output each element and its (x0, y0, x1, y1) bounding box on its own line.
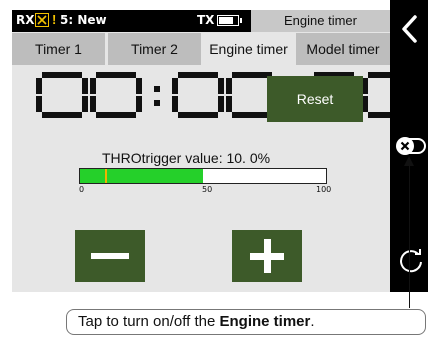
segment-d (232, 112, 272, 118)
tx-label: TX (197, 13, 215, 27)
toggle-off-icon[interactable] (395, 136, 427, 156)
status-bar: RX ! 5: New TX Engine timer (12, 10, 390, 32)
refresh-icon[interactable] (395, 245, 427, 277)
scale-tick-100: 100 (316, 185, 332, 194)
colon-dot (154, 86, 160, 92)
segment-f (172, 78, 178, 94)
callout-text-start: Tap to turn on/off the (78, 313, 220, 330)
device-screen: RX ! 5: New TX Engine timer Timer 1 Time… (12, 10, 414, 292)
clock-colon-0 (152, 72, 162, 118)
tab-engine-timer[interactable]: Engine timer (202, 33, 295, 65)
segment-f (36, 78, 42, 94)
rx-disconnected-icon (35, 13, 49, 27)
increase-button[interactable] (232, 230, 302, 282)
scale-tick-50: 50 (202, 185, 213, 194)
tab-bar: Timer 1 Timer 2 Engine timer Model timer (12, 33, 390, 65)
decrease-button[interactable] (75, 230, 145, 282)
segment-a (232, 72, 272, 78)
segment-b (136, 78, 142, 94)
clock-digit-0 (36, 72, 88, 118)
throttle-bar-fill (80, 169, 203, 183)
segment-d (178, 112, 218, 118)
throttle-bar (79, 168, 327, 184)
tx-battery-level (219, 17, 233, 24)
segment-d (42, 112, 82, 118)
throttle-trigger-label: THROtrigger value: 10. 0% (102, 150, 271, 166)
segment-d (96, 112, 136, 118)
callout-text-bold: Engine timer (219, 313, 311, 330)
tab-timer-2[interactable]: Timer 2 (108, 33, 201, 65)
clock-digit-1 (90, 72, 142, 118)
scale-tick-0: 0 (79, 185, 85, 194)
segment-a (42, 72, 82, 78)
reset-button[interactable]: Reset (267, 76, 363, 122)
tx-battery-icon (217, 15, 242, 26)
callout-text-end: . (310, 313, 315, 330)
colon-dot (154, 100, 160, 106)
segment-e (90, 96, 96, 112)
minus-icon (91, 253, 129, 259)
segment-c (82, 96, 88, 112)
segment-e (172, 96, 178, 112)
page-title: Engine timer (251, 10, 390, 32)
clock-digit-2 (172, 72, 224, 118)
callout-arrow (404, 156, 414, 166)
segment-e (36, 96, 42, 112)
segment-c (218, 96, 224, 112)
rx-label: RX (16, 13, 35, 27)
segment-b (82, 78, 88, 94)
warning-icon: ! (52, 12, 57, 27)
plus-icon-vertical (264, 239, 271, 273)
segment-f (90, 78, 96, 94)
segment-a (178, 72, 218, 78)
segment-b (218, 78, 224, 94)
segment-c (136, 96, 142, 112)
tab-model-timer[interactable]: Model timer (296, 33, 390, 65)
tab-timer-1[interactable]: Timer 1 (12, 33, 105, 65)
trigger-marker (104, 169, 107, 183)
model-name: 5: New (60, 13, 107, 27)
chevron-left-icon[interactable] (398, 14, 422, 44)
segment-e (226, 96, 232, 112)
segment-a (96, 72, 136, 78)
segment-f (226, 78, 232, 94)
callout-text: Tap to turn on/off the Engine timer. (78, 313, 315, 330)
callout-line (409, 158, 410, 308)
